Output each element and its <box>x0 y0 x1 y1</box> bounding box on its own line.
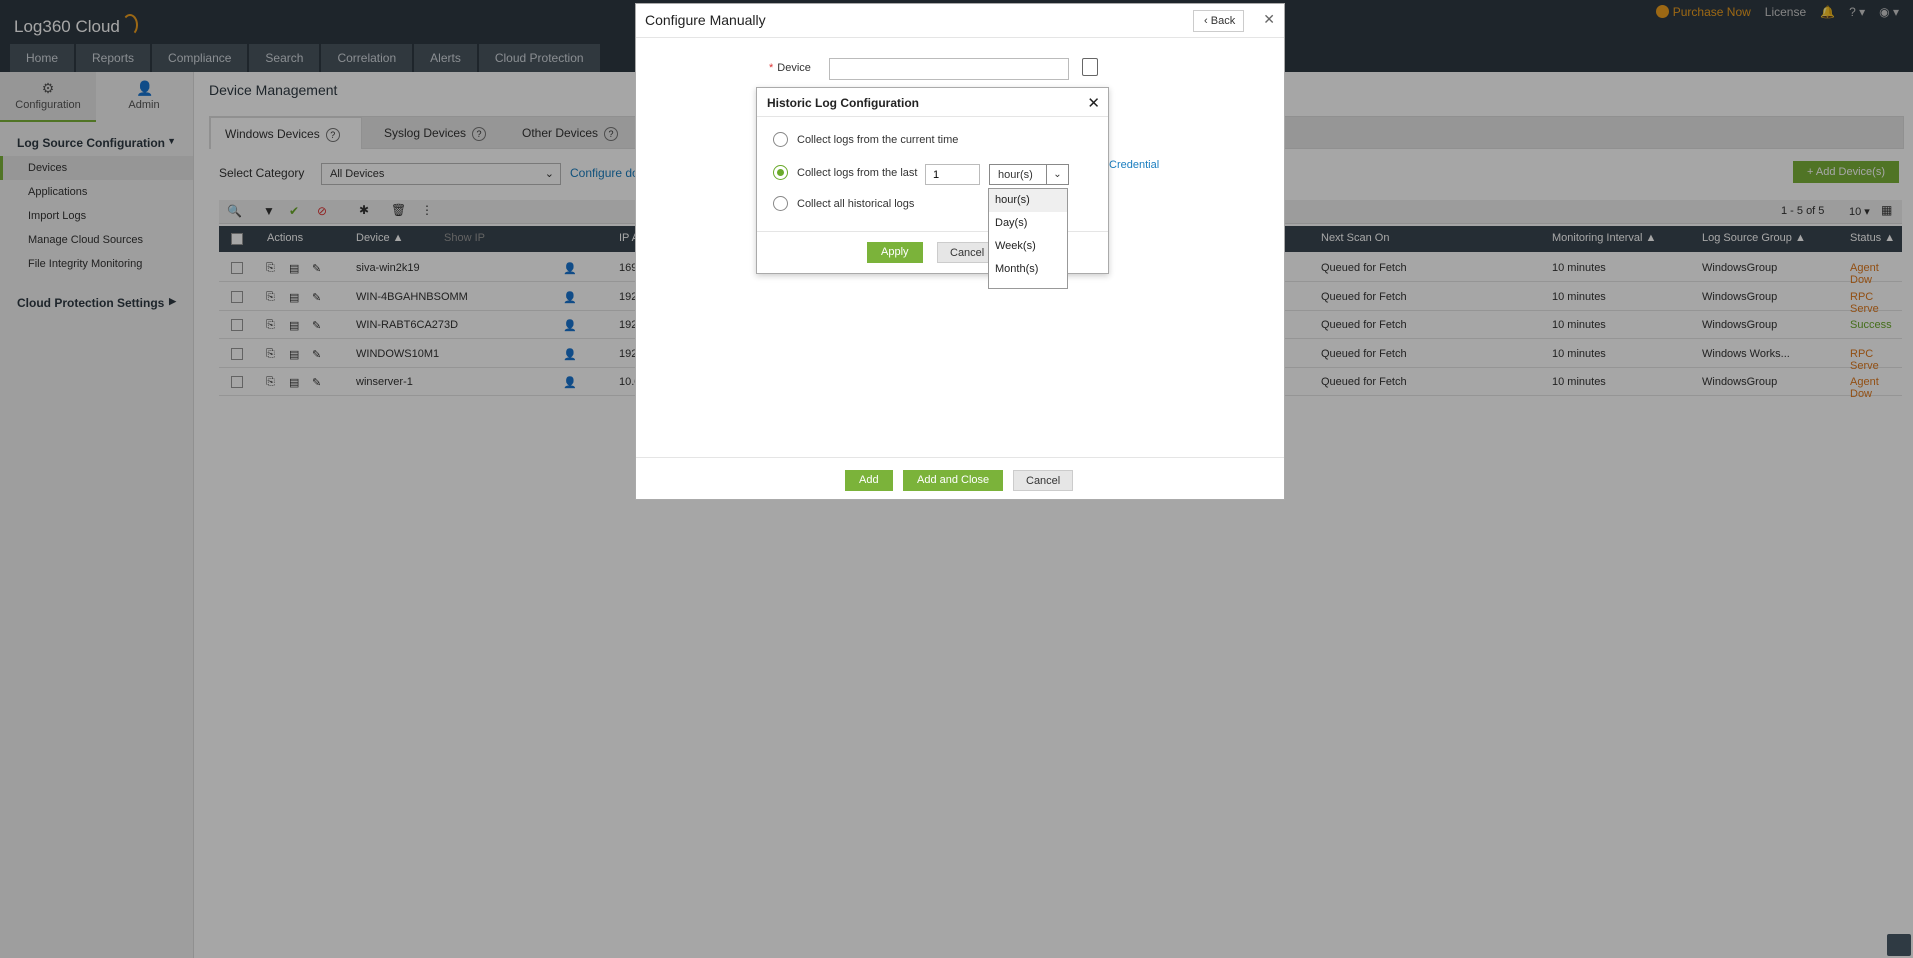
device-label-text: Device <box>777 62 811 74</box>
dropdown-option-hours[interactable]: hour(s) <box>989 189 1067 212</box>
required-marker: * <box>769 62 774 74</box>
cancel-button[interactable]: Cancel <box>1013 470 1074 491</box>
radio-current-time[interactable] <box>773 132 788 147</box>
close-icon[interactable]: ✕ <box>1087 94 1100 112</box>
credential-link[interactable]: Credential <box>1109 159 1159 171</box>
dropdown-option-weeks[interactable]: Week(s) <box>989 235 1067 258</box>
radio-from-last[interactable] <box>773 165 788 180</box>
device-field-label: * Device <box>769 62 811 74</box>
time-unit-dropdown: hour(s) Day(s) Week(s) Month(s) <box>988 188 1068 289</box>
back-label: Back <box>1210 15 1236 27</box>
divider <box>757 116 1108 117</box>
time-unit-value: hour(s) <box>998 169 1033 181</box>
last-value-input[interactable] <box>925 164 980 185</box>
option-from-last-label[interactable]: Collect logs from the last <box>797 167 917 179</box>
chat-icon[interactable] <box>1887 934 1911 956</box>
chevron-left-icon: ‹ <box>1204 15 1208 27</box>
divider <box>636 37 1284 38</box>
popup-title: Historic Log Configuration <box>767 96 919 110</box>
close-icon[interactable]: ✕ <box>1263 11 1275 28</box>
add-and-close-button[interactable]: Add and Close <box>903 470 1004 491</box>
device-picker-icon[interactable] <box>1082 58 1098 76</box>
option-current-time-label[interactable]: Collect logs from the current time <box>797 134 958 146</box>
add-button[interactable]: Add <box>845 470 893 491</box>
chevron-down-icon: ⌄ <box>1046 165 1068 184</box>
dropdown-option-months[interactable]: Month(s) <box>989 258 1067 281</box>
apply-button[interactable]: Apply <box>867 242 923 263</box>
back-button[interactable]: ‹ Back <box>1193 10 1245 32</box>
device-input[interactable] <box>829 58 1069 80</box>
time-unit-select[interactable]: hour(s) ⌄ <box>989 164 1069 185</box>
divider <box>636 457 1284 458</box>
dropdown-option-days[interactable]: Day(s) <box>989 212 1067 235</box>
option-all-historical-label[interactable]: Collect all historical logs <box>797 198 914 210</box>
radio-all-historical[interactable] <box>773 196 788 211</box>
dialog-title: Configure Manually <box>645 12 766 28</box>
